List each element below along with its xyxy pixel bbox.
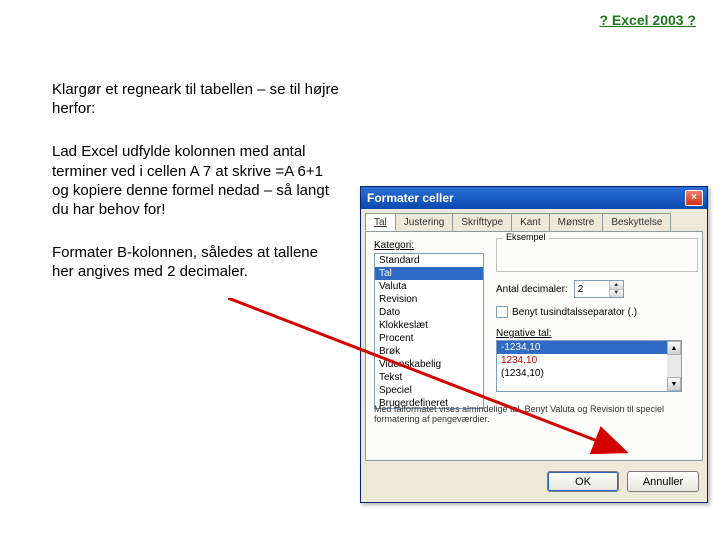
negative-label: Negative tal: (496, 328, 552, 339)
thousands-label: Benyt tusindtalsseparator (.) (512, 307, 637, 318)
thousands-checkbox[interactable] (496, 306, 508, 318)
scroll-down-icon[interactable]: ▼ (667, 377, 681, 391)
list-item[interactable]: Tal (375, 267, 483, 280)
paragraph-3: Formater B-kolonnen, således at tallene … (52, 243, 342, 281)
negative-listbox[interactable]: -1234,10 1234,10 (1234,10) ▲ ▼ (496, 340, 682, 392)
format-cells-dialog: Formater celler × Tal Justering Skriftty… (360, 186, 708, 503)
dialog-tabs: Tal Justering Skrifttype Kant Mønstre Be… (361, 209, 707, 231)
tab-justering[interactable]: Justering (395, 213, 454, 231)
list-item[interactable]: Valuta (375, 280, 483, 293)
list-item[interactable]: Dato (375, 306, 483, 319)
category-listbox[interactable]: Standard Tal Valuta Revision Dato Klokke… (374, 253, 484, 409)
list-item[interactable]: Procent (375, 332, 483, 345)
decimals-label: Antal decimaler: (496, 284, 568, 295)
list-item[interactable]: Tekst (375, 371, 483, 384)
scroll-track[interactable] (667, 355, 681, 377)
eksempel-groupbox: Eksempel (496, 238, 698, 272)
list-item[interactable]: 1234,10 (497, 354, 667, 367)
tab-monstre[interactable]: Mønstre (549, 213, 604, 231)
decimals-input[interactable] (575, 281, 609, 297)
tab-content: Kategori: Standard Tal Valuta Revision D… (365, 231, 703, 461)
ok-button[interactable]: OK (547, 471, 619, 492)
dialog-buttons: OK Annuller (361, 465, 707, 502)
instruction-text: Klargør et regneark til tabellen – se ti… (52, 80, 342, 306)
list-item[interactable]: -1234,10 (497, 341, 667, 354)
tab-tal[interactable]: Tal (365, 213, 396, 231)
scrollbar[interactable]: ▲ ▼ (667, 341, 681, 391)
list-item[interactable]: Speciel (375, 384, 483, 397)
list-item[interactable]: Klokkeslæt (375, 319, 483, 332)
dialog-titlebar[interactable]: Formater celler × (361, 187, 707, 209)
paragraph-2: Lad Excel udfylde kolonnen med antal ter… (52, 142, 342, 219)
paragraph-1: Klargør et regneark til tabellen – se ti… (52, 80, 342, 118)
help-text: Med talformatet vises almindelige tal. B… (374, 404, 694, 424)
list-item[interactable]: Standard (375, 254, 483, 267)
spinner-up-icon[interactable]: ▲ (609, 281, 623, 289)
scroll-up-icon[interactable]: ▲ (667, 341, 681, 355)
eksempel-legend: Eksempel (503, 232, 549, 242)
tab-kant[interactable]: Kant (511, 213, 550, 231)
dialog-title: Formater celler (367, 191, 454, 205)
list-item[interactable]: Revision (375, 293, 483, 306)
close-icon[interactable]: × (685, 190, 703, 206)
header-link[interactable]: ? Excel 2003 ? (599, 12, 696, 28)
list-item[interactable]: Brøk (375, 345, 483, 358)
tab-beskyttelse[interactable]: Beskyttelse (602, 213, 671, 231)
list-item[interactable]: (1234,10) (497, 367, 667, 380)
cancel-button[interactable]: Annuller (627, 471, 699, 492)
list-item[interactable]: Videnskabelig (375, 358, 483, 371)
tab-skrifttype[interactable]: Skrifttype (452, 213, 512, 231)
decimals-spinner[interactable]: ▲ ▼ (574, 280, 624, 298)
spinner-down-icon[interactable]: ▼ (609, 289, 623, 298)
